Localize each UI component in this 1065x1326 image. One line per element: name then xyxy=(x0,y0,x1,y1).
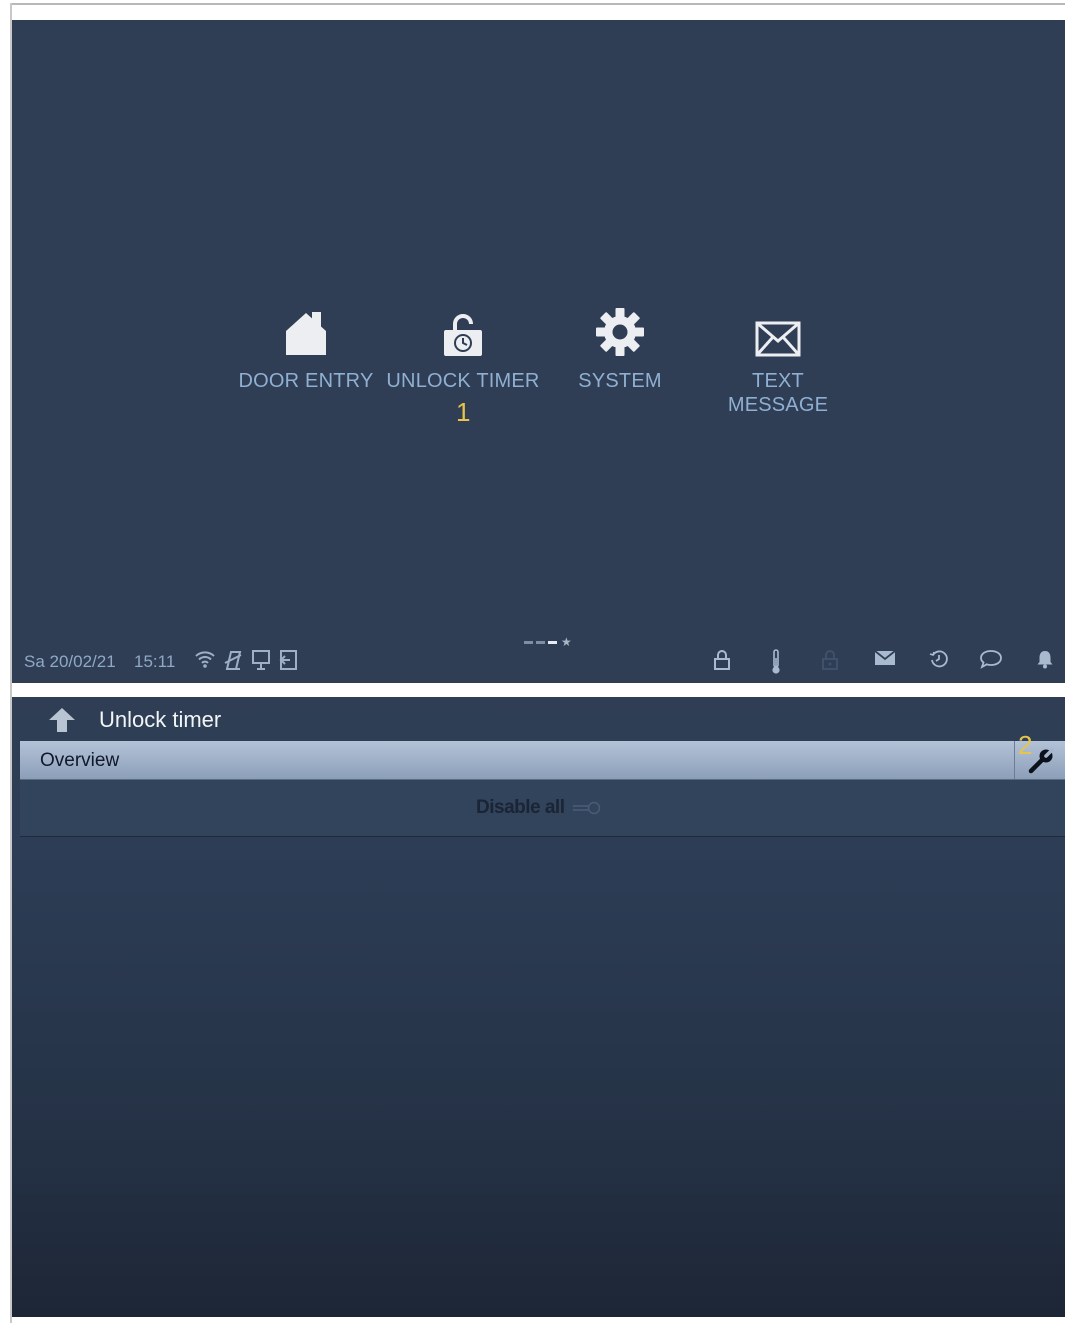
back-arrow-icon xyxy=(49,708,75,732)
back-button[interactable] xyxy=(46,705,78,735)
unlock-timer-icon xyxy=(383,305,543,357)
mute-icon[interactable] xyxy=(223,649,243,676)
disable-all-label: Disable all xyxy=(476,797,565,818)
page-dot-active[interactable] xyxy=(548,640,557,644)
page-indicator[interactable]: ★ xyxy=(524,636,572,648)
page-dot[interactable] xyxy=(536,640,545,644)
lock-icon[interactable] xyxy=(713,649,731,676)
history-icon[interactable] xyxy=(929,649,949,674)
bell-icon[interactable] xyxy=(1036,649,1054,674)
house-icon xyxy=(226,305,386,357)
exit-icon[interactable] xyxy=(278,649,298,676)
callout-1: 1 xyxy=(456,397,471,427)
home-screen: DOOR ENTRY UNLOCK TIMER SYSTEM TEXT MESS… xyxy=(12,20,1065,683)
frame-top-border xyxy=(10,3,1065,5)
app-label: TEXT MESSAGE xyxy=(727,370,829,416)
monitor-icon[interactable] xyxy=(251,649,271,676)
app-text-message[interactable]: TEXT MESSAGE xyxy=(698,305,858,417)
envelope-icon xyxy=(698,305,858,357)
unlock-timer-screen: Unlock timer Overview 2 Disable all xyxy=(12,697,1065,1317)
tab-bar: Overview xyxy=(20,741,1065,780)
app-unlock-timer[interactable]: UNLOCK TIMER xyxy=(383,305,543,393)
status-date: Sa 20/02/21 xyxy=(24,652,116,671)
callout-2: 2 xyxy=(1018,730,1033,760)
locked-padlock-icon[interactable] xyxy=(821,649,839,676)
status-time: 15:11 xyxy=(134,652,176,671)
favorite-page-icon[interactable]: ★ xyxy=(561,636,572,648)
app-system[interactable]: SYSTEM xyxy=(540,305,700,393)
mail-icon[interactable] xyxy=(874,649,896,672)
app-label: UNLOCK TIMER xyxy=(386,370,540,392)
toggle-switch-icon xyxy=(572,801,600,815)
tab-overview[interactable]: Overview xyxy=(40,750,119,772)
disable-all-toggle[interactable]: Disable all xyxy=(476,797,603,819)
thermometer-icon[interactable] xyxy=(770,649,782,680)
wifi-icon[interactable] xyxy=(194,649,216,674)
page-dot[interactable] xyxy=(524,640,533,644)
app-door-entry[interactable]: DOOR ENTRY xyxy=(226,305,386,393)
tab-divider xyxy=(1014,741,1015,779)
app-label: DOOR ENTRY xyxy=(238,370,374,392)
gear-icon xyxy=(540,305,700,357)
page-title: Unlock timer xyxy=(99,707,222,732)
chat-icon[interactable] xyxy=(979,649,1003,674)
disable-all-row: Disable all xyxy=(20,780,1065,837)
app-label: SYSTEM xyxy=(578,370,662,392)
